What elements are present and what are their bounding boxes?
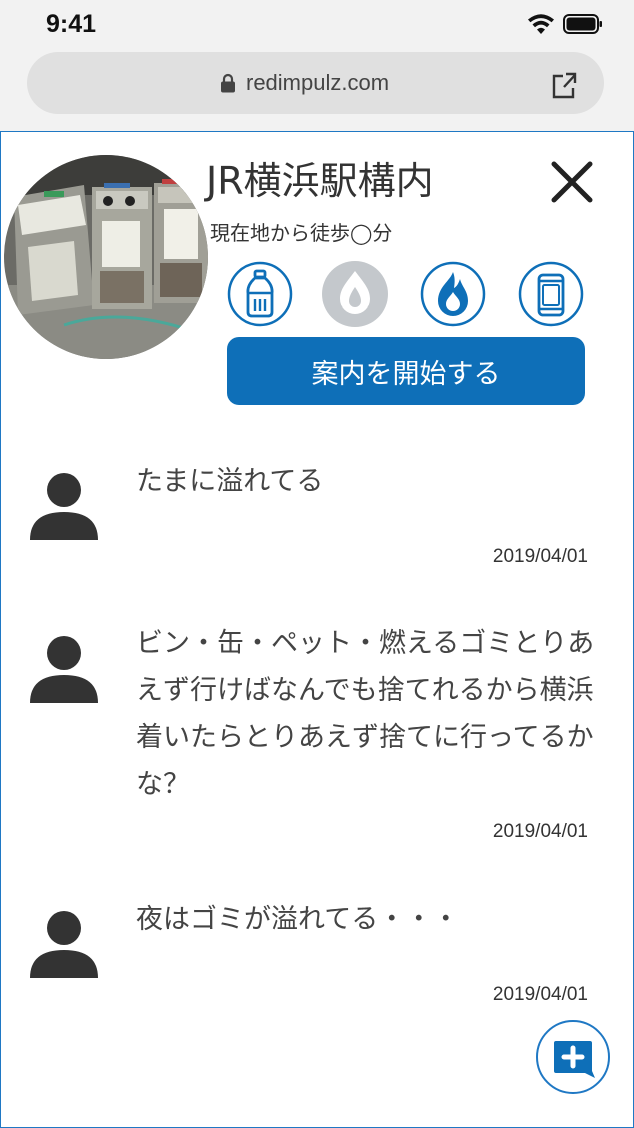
user-avatar-icon <box>30 473 98 540</box>
can-icon <box>518 261 584 327</box>
walk-time: 現在地から徒歩◯分 <box>210 221 393 245</box>
review-date: 2019/04/01 <box>492 821 588 842</box>
add-comment-icon <box>554 1041 595 1078</box>
trash-bins-photo <box>4 155 208 359</box>
review-date: 2019/04/01 <box>492 546 588 567</box>
lock-icon <box>221 73 235 93</box>
status-bar: 9:41 <box>0 0 634 48</box>
pet-bottle-icon <box>227 261 293 327</box>
battery-icon <box>563 14 602 34</box>
non-burnable-icon <box>322 261 388 327</box>
review-text: 夜はゴミが溢れてる・・・ <box>136 904 460 935</box>
close-icon[interactable] <box>548 158 596 206</box>
status-time: 9:41 <box>46 10 97 38</box>
share-icon[interactable] <box>551 70 577 100</box>
start-navigation-button[interactable]: 案内を開始する <box>227 337 585 405</box>
review-text: ビン・缶・ペット・燃えるゴミとりあえず行けばなんでも捨てれるから横浜着いたらとり… <box>136 628 595 800</box>
burnable-icon <box>420 261 486 327</box>
user-avatar-icon <box>30 636 98 703</box>
review-text: たまに溢れてる <box>136 466 324 497</box>
station-name: JR横浜駅構内 <box>206 159 434 203</box>
url-text[interactable]: redimpulz.com <box>246 70 389 96</box>
wifi-icon <box>528 14 554 34</box>
user-avatar-icon <box>30 911 98 978</box>
add-review-button[interactable] <box>536 1020 610 1094</box>
review-date: 2019/04/01 <box>492 984 588 1005</box>
